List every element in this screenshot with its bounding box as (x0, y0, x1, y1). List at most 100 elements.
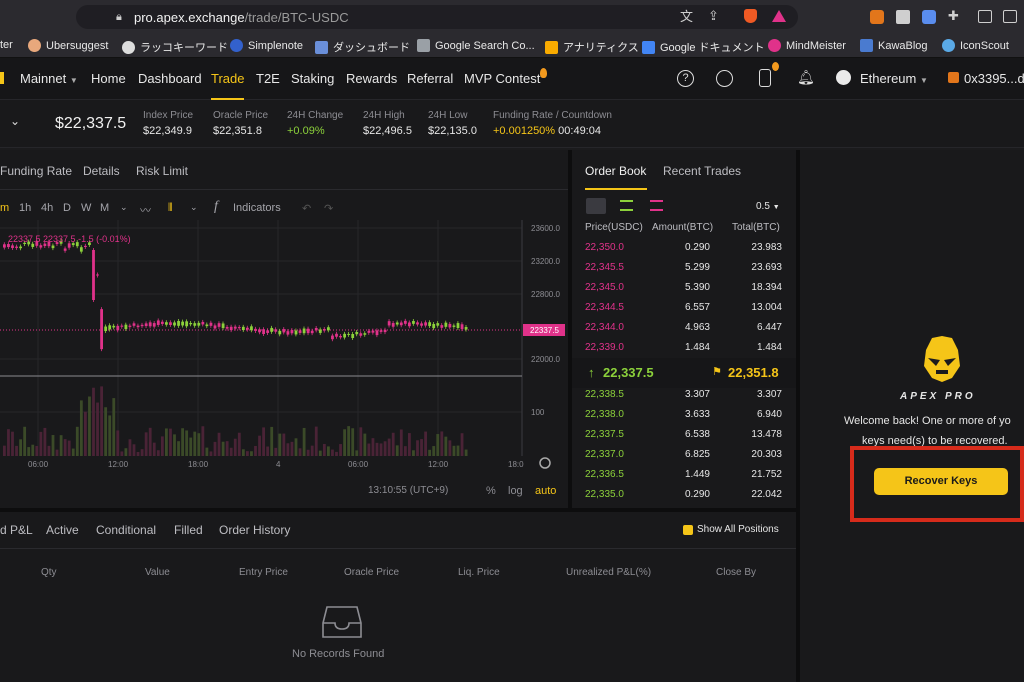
candle-body (448, 323, 452, 328)
tab-closed-pnl[interactable]: d P&L (0, 523, 33, 537)
show-all-positions-label[interactable]: Show All Positions (697, 524, 779, 535)
tab-order-history[interactable]: Order History (219, 523, 290, 537)
share-icon[interactable]: ⇪ (708, 9, 719, 23)
sidebar-icon[interactable] (978, 10, 992, 23)
tab-risk-limit[interactable]: Risk Limit (136, 164, 188, 178)
function-icon[interactable]: f (214, 199, 218, 215)
chevron-down-icon[interactable]: ⌄ (190, 202, 198, 213)
scale-percent[interactable]: % (486, 485, 496, 497)
bid-row[interactable]: 22,338.5 3.307 3.307 (572, 385, 796, 405)
interval-4h[interactable]: 4h (41, 202, 53, 214)
ask-row[interactable]: 22,339.0 1.484 1.484 (572, 338, 796, 358)
candlestick-icon[interactable]: ⫴ (168, 202, 173, 215)
kawablog-icon (860, 39, 873, 52)
bookmark-item[interactable]: IconScout (942, 39, 1009, 52)
analytics-icon (545, 40, 558, 54)
bookmark-item[interactable]: ラッコキーワード (122, 39, 228, 55)
nav-staking[interactable]: Staking (291, 71, 334, 86)
scale-auto[interactable]: auto (535, 485, 556, 497)
col-oracle-price: Oracle Price (344, 567, 400, 578)
both-sides-icon[interactable] (586, 198, 606, 214)
extensions-puzzle-icon[interactable]: ✚ (948, 9, 959, 23)
metamask-extension-icon[interactable] (870, 10, 884, 24)
tab-funding-rate[interactable]: Funding Rate (0, 164, 72, 178)
bid-row[interactable]: 22,337.0 6.825 20.303 (572, 445, 796, 465)
indicators-button[interactable]: Indicators (233, 202, 281, 214)
volume-bar (84, 411, 87, 456)
wallet-address[interactable]: 0x3395...d (964, 71, 1024, 86)
ethereum-icon (836, 70, 851, 85)
bookmark-item[interactable]: MindMeister (768, 39, 846, 52)
bookmark-item[interactable]: Simplenote (230, 39, 303, 52)
bookmark-item[interactable]: Ubersuggest (28, 39, 108, 52)
tab-recent-trades[interactable]: Recent Trades (663, 164, 741, 178)
candle-body (177, 320, 180, 326)
bid-row[interactable]: 22,338.0 3.633 6.940 (572, 405, 796, 425)
interval-d[interactable]: D (63, 202, 71, 214)
tab-active[interactable]: Active (46, 523, 79, 537)
help-icon[interactable]: ? (677, 70, 694, 87)
volume-bar (375, 442, 379, 456)
interval-m[interactable]: M (100, 202, 109, 214)
col-liq-price: Liq. Price (458, 567, 500, 578)
candles (3, 238, 468, 352)
bookmark-item[interactable]: Google Search Co... (417, 39, 535, 52)
nav-dashboard[interactable]: Dashboard (138, 71, 202, 86)
interval-1h[interactable]: 1h (19, 202, 31, 214)
wallet-icon[interactable] (1003, 10, 1017, 23)
nav-trade[interactable]: Trade (211, 71, 245, 100)
bid-row[interactable]: 22,335.0 0.290 22.042 (572, 485, 796, 505)
nav-t2e[interactable]: T2E (256, 71, 280, 86)
volume-bar (355, 450, 359, 456)
asks-only-icon[interactable] (650, 200, 663, 211)
precision-selector[interactable]: 0.5 ▼ (756, 201, 780, 212)
interval-w[interactable]: W (81, 202, 91, 214)
tab-filled[interactable]: Filled (174, 523, 203, 537)
url-text[interactable]: pro.apex.exchange/trade/BTC-USDC (134, 10, 349, 25)
extension-square-icon[interactable] (922, 10, 936, 24)
chevron-down-icon[interactable]: ⌄ (10, 114, 20, 128)
ask-row[interactable]: 22,344.5 6.557 13.004 (572, 298, 796, 318)
tab-conditional[interactable]: Conditional (96, 523, 156, 537)
ask-row[interactable]: 22,345.5 5.299 23.693 (572, 258, 796, 278)
scale-log[interactable]: log (508, 485, 523, 497)
recovery-message-line1: Welcome back! One or more of yo (844, 415, 1011, 427)
translate-icon[interactable]: 文 (680, 10, 693, 24)
interval-minute[interactable]: m (0, 202, 9, 214)
redo-icon[interactable]: ↷ (324, 202, 333, 215)
nav-referral[interactable]: Referral (407, 71, 453, 86)
nav-home[interactable]: Home (91, 71, 126, 86)
bookmark-item[interactable]: Google ドキュメント (642, 39, 765, 55)
bid-row[interactable]: 22,337.5 6.538 13.478 (572, 425, 796, 445)
ask-row[interactable]: 22,345.0 5.390 18.394 (572, 278, 796, 298)
line-chart-icon[interactable]: 〰 (140, 202, 151, 218)
bell-icon[interactable]: 🔔︎ (797, 69, 815, 86)
network-selector[interactable]: Mainnet ▼ (20, 71, 78, 86)
brave-shield-icon[interactable] (744, 9, 757, 23)
mobile-icon[interactable] (759, 69, 771, 87)
bookmark-item[interactable]: KawaBlog (860, 39, 928, 52)
bookmark-item[interactable]: アナリティクス (545, 39, 639, 55)
nav-mvp-contest[interactable]: MVP Contest (464, 71, 540, 86)
recover-keys-button[interactable]: Recover Keys (874, 468, 1008, 495)
undo-icon[interactable]: ↶ (302, 202, 311, 215)
candlestick-chart[interactable]: 22337.5 23600.0 23200.0 22800.0 22000.0 … (0, 220, 568, 482)
bookmark-item[interactable]: ダッシュボード (315, 39, 410, 55)
globe-icon[interactable] (716, 70, 733, 87)
extension-m-icon[interactable] (896, 10, 910, 24)
ask-row[interactable]: 22,350.0 0.290 23.983 (572, 238, 796, 258)
bids-only-icon[interactable] (620, 200, 633, 211)
volume-bar (424, 431, 427, 456)
settings-gear-icon[interactable] (539, 457, 551, 469)
bid-row[interactable]: 22,336.5 1.449 21.752 (572, 465, 796, 485)
brave-rewards-icon[interactable] (772, 10, 786, 22)
checkbox-checked-icon[interactable] (683, 525, 693, 535)
ask-row[interactable]: 22,344.0 4.963 6.447 (572, 318, 796, 338)
bookmark-item[interactable]: ter (0, 39, 13, 51)
mobile-badge-icon (772, 62, 779, 71)
nav-rewards[interactable]: Rewards (346, 71, 397, 86)
chevron-down-icon[interactable]: ⌄ (120, 202, 128, 213)
tab-order-book[interactable]: Order Book (585, 164, 646, 178)
tab-details[interactable]: Details (83, 164, 120, 178)
chain-selector[interactable]: Ethereum ▼ (860, 71, 928, 86)
